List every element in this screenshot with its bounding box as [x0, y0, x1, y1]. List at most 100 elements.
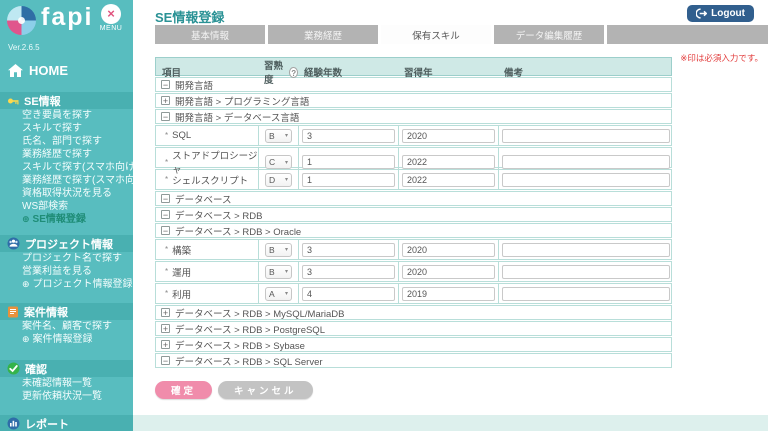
- required-mark: *: [165, 289, 168, 298]
- sidebar-item-search-name-dept[interactable]: 氏名、部門で探す: [0, 135, 133, 148]
- section-title: SE情報: [24, 93, 61, 109]
- caret-down-icon: ▾: [285, 268, 288, 275]
- note-input[interactable]: [502, 287, 670, 301]
- cancel-button[interactable]: キャンセル: [218, 381, 313, 399]
- section-title: 案件情報: [24, 304, 68, 320]
- sidebar-section-project-info: プロジェクト情報: [0, 235, 133, 252]
- column-header-level: 習熟度?: [258, 58, 298, 86]
- table-row-group: + データベース > RDB > Sybase: [155, 337, 672, 352]
- group-label: 開発言語 > プログラミング言語: [175, 94, 309, 108]
- sidebar-item-unconfirmed-list[interactable]: 未確認情報一覧: [0, 377, 133, 390]
- sidebar-item-qualification-status[interactable]: 資格取得状況を見る: [0, 187, 133, 200]
- group-label: 開発言語 > データベース言語: [175, 110, 299, 124]
- section-title: プロジェクト情報: [25, 236, 113, 252]
- years-input[interactable]: [302, 129, 395, 143]
- years-input[interactable]: [302, 243, 395, 257]
- expand-toggle-icon[interactable]: +: [161, 96, 170, 105]
- caret-down-icon: ▾: [285, 176, 288, 183]
- sidebar-item-search-skill[interactable]: スキルで探す: [0, 122, 133, 135]
- sidebar-item-update-request-list[interactable]: 更新依頼状況一覧: [0, 390, 133, 403]
- acquired-year-input[interactable]: [402, 173, 495, 187]
- collapse-toggle-icon[interactable]: −: [161, 356, 170, 365]
- level-select[interactable]: B▾: [265, 243, 292, 257]
- acquired-year-input[interactable]: [402, 155, 495, 169]
- expand-toggle-icon[interactable]: +: [161, 308, 170, 317]
- level-select[interactable]: C▾: [265, 155, 292, 169]
- sidebar-item-search-available[interactable]: 空き要員を探す: [0, 109, 133, 122]
- expand-toggle-icon[interactable]: +: [161, 340, 170, 349]
- app-logo-text: fapi: [41, 3, 93, 32]
- group-label: データベース > RDB > Oracle: [175, 224, 301, 238]
- tab-basic-info[interactable]: 基本情報: [155, 25, 265, 44]
- level-select[interactable]: B▾: [265, 129, 292, 143]
- level-select[interactable]: A▾: [265, 287, 292, 301]
- note-input[interactable]: [502, 173, 670, 187]
- sidebar-item-project-register[interactable]: ⊕ プロジェクト情報登録: [0, 278, 133, 291]
- note-input[interactable]: [502, 243, 670, 257]
- table-row-group: − データベース > RDB > Oracle: [155, 223, 672, 238]
- table-row-group: − データベース > RDB: [155, 207, 672, 222]
- group-label: データベース > RDB > SQL Server: [175, 354, 323, 368]
- sidebar-item-search-history[interactable]: 業務経歴で探す: [0, 148, 133, 161]
- home-label: HOME: [29, 63, 68, 78]
- skill-label: SQL: [172, 130, 191, 141]
- group-label: データベース: [175, 192, 232, 206]
- sidebar-item-search-case[interactable]: 案件名、顧客で探す: [0, 320, 133, 333]
- required-note: ※印は必須入力です。: [680, 52, 763, 64]
- help-icon[interactable]: ?: [289, 67, 298, 78]
- app-logo-icon: [7, 6, 36, 35]
- logout-button[interactable]: Logout: [687, 5, 754, 22]
- column-header-years: 経験年数: [298, 65, 398, 79]
- menu-close-button[interactable]: × MENU: [93, 4, 129, 32]
- collapse-toggle-icon[interactable]: −: [161, 80, 170, 89]
- acquired-year-input[interactable]: [402, 287, 495, 301]
- collapse-toggle-icon[interactable]: −: [161, 210, 170, 219]
- note-input[interactable]: [502, 129, 670, 143]
- table-row-group: + データベース > RDB > MySQL/MariaDB: [155, 305, 672, 320]
- sidebar-item-search-project[interactable]: プロジェクト名で探す: [0, 252, 133, 265]
- note-input[interactable]: [502, 155, 670, 169]
- note-input[interactable]: [502, 265, 670, 279]
- circle-plus-icon: ⊕: [22, 215, 30, 224]
- table-row-group: + 開発言語 > プログラミング言語: [155, 93, 672, 108]
- collapse-toggle-icon[interactable]: −: [161, 226, 170, 235]
- sidebar-item-view-profit[interactable]: 営業利益を見る: [0, 265, 133, 278]
- level-select[interactable]: D▾: [265, 173, 292, 187]
- years-input[interactable]: [302, 265, 395, 279]
- sidebar-item-search-history-mobile[interactable]: 業務経歴で探す(スマホ向け): [0, 174, 133, 187]
- sidebar-item-home[interactable]: HOME: [0, 54, 133, 84]
- years-input[interactable]: [302, 287, 395, 301]
- tab-data-edit-history[interactable]: データ編集履歴: [494, 25, 604, 44]
- table-row-group: − 開発言語 > データベース言語: [155, 109, 672, 124]
- sidebar-item-ws-search[interactable]: WS部検索: [0, 200, 133, 213]
- expand-toggle-icon[interactable]: +: [161, 324, 170, 333]
- acquired-year-input[interactable]: [402, 129, 495, 143]
- acquired-year-input[interactable]: [402, 243, 495, 257]
- table-row-skill: *シェルスクリプト D▾: [155, 169, 672, 190]
- sidebar: fapi × MENU Ver.2.6.5 HOME SE情報 空き要員を探す …: [0, 0, 133, 431]
- group-label: 開発言語: [175, 78, 213, 92]
- acquired-year-input[interactable]: [402, 265, 495, 279]
- column-header-acquired: 習得年: [398, 65, 498, 79]
- caret-down-icon: ▾: [285, 159, 288, 166]
- collapse-toggle-icon[interactable]: −: [161, 194, 170, 203]
- table-header: 項目 習熟度? 経験年数 習得年 備考: [155, 57, 672, 76]
- logo-row: fapi × MENU: [0, 0, 133, 40]
- sidebar-item-search-skill-mobile[interactable]: スキルで探す(スマホ向け): [0, 161, 133, 174]
- collapse-toggle-icon[interactable]: −: [161, 112, 170, 121]
- sidebar-item-case-register[interactable]: ⊕ 案件情報登録: [0, 333, 133, 346]
- confirm-button[interactable]: 確定: [155, 381, 212, 399]
- required-mark: *: [165, 267, 168, 276]
- years-input[interactable]: [302, 155, 395, 169]
- sidebar-item-se-register[interactable]: ⊕ SE情報登録: [0, 213, 133, 226]
- page-title: SE情報登録: [155, 7, 224, 26]
- group-label: データベース > RDB: [175, 208, 262, 222]
- level-select[interactable]: B▾: [265, 265, 292, 279]
- tab-work-history[interactable]: 業務経歴: [268, 25, 378, 44]
- table-row-group: − 開発言語: [155, 77, 672, 92]
- tab-skills[interactable]: 保有スキル: [381, 25, 491, 44]
- years-input[interactable]: [302, 173, 395, 187]
- logout-label: Logout: [711, 8, 745, 19]
- sidebar-section-case-info: 案件情報: [0, 303, 133, 320]
- sidebar-item-label: プロジェクト情報登録: [33, 279, 133, 290]
